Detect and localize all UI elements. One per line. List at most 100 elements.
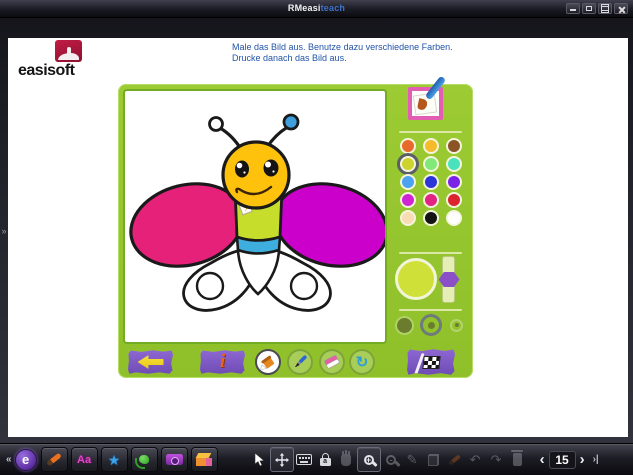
previous-page-button[interactable]: ‹ (536, 452, 549, 468)
instruction-line-1: Male das Bild aus. Benutze dazu verschie… (232, 42, 532, 53)
easiteach-logo-letter: e (22, 452, 29, 467)
brush-size-medium[interactable] (423, 317, 439, 333)
easisoft-logo: easisoft (18, 40, 128, 80)
colouring-activity: i (118, 84, 473, 378)
restore-button[interactable] (598, 3, 612, 14)
color-palette-grid (397, 138, 465, 226)
color-preview (395, 258, 437, 300)
page-number[interactable]: 15 (549, 451, 576, 469)
delete-button (507, 447, 528, 473)
color-swatch-orange[interactable] (400, 138, 416, 154)
maximize-button[interactable] (582, 3, 596, 14)
color-swatch-magenta[interactable] (400, 192, 416, 208)
trash-icon (513, 453, 522, 466)
magnifier-minus-icon: - (386, 455, 396, 465)
color-swatch-deep-pink[interactable] (423, 192, 439, 208)
brush-size-large[interactable] (397, 318, 412, 333)
duplicate-button (423, 447, 444, 473)
left-eye-highlight (237, 163, 243, 169)
redo-icon: ↷ (491, 453, 502, 467)
paintbrush-icon (46, 453, 62, 467)
widgets-tools-button[interactable] (191, 447, 218, 472)
brush-handle-icon (425, 76, 447, 101)
easisoft-logo-text: easisoft (18, 62, 128, 80)
color-swatch-amber[interactable] (423, 138, 439, 154)
brush-size-group (397, 314, 463, 336)
brush-size-small[interactable] (450, 319, 463, 332)
restore-icon (599, 4, 611, 13)
eraser-icon (322, 352, 342, 372)
next-page-button[interactable]: › (576, 452, 589, 468)
minimize-button[interactable] (566, 3, 580, 14)
color-swatch-white[interactable] (446, 210, 462, 226)
lock-body: a (320, 458, 331, 466)
info-button[interactable]: i (200, 350, 245, 374)
star-icon: ★ (108, 453, 121, 467)
color-swatch-yellow-green[interactable] (400, 156, 416, 172)
pointer-tool-button[interactable] (249, 447, 270, 473)
color-swatch-turquoise[interactable] (446, 156, 462, 172)
butterfly-drawing (125, 91, 385, 342)
keyboard-icon (296, 454, 312, 465)
instruction-line-2: Drucke danach das Bild aus. (232, 53, 532, 64)
minimize-icon (567, 4, 579, 13)
paint-tools-button[interactable] (41, 447, 68, 472)
side-panel-handle[interactable]: » (0, 38, 8, 437)
palette-divider (399, 252, 462, 254)
color-swatch-blue[interactable] (423, 174, 439, 190)
checkered-flag-icon (422, 356, 440, 369)
undo-button: ↶ (465, 447, 486, 473)
fill-tool-button[interactable] (255, 349, 281, 375)
finish-button[interactable] (407, 349, 455, 375)
butterfly-head[interactable] (223, 142, 289, 208)
left-antenna-tip[interactable] (210, 118, 223, 131)
eraser-tool-button[interactable] (319, 349, 345, 375)
info-icon: i (220, 353, 225, 371)
size-slider[interactable] (442, 256, 455, 303)
color-swatch-brown[interactable] (446, 138, 462, 154)
capture-tools-button[interactable] (161, 447, 188, 472)
paintbrush-icon (290, 352, 310, 372)
easiteach-menu-button[interactable]: e (15, 449, 37, 471)
paint-bucket-icon (258, 352, 278, 372)
brush-tool-button[interactable] (287, 349, 313, 375)
media-tools-button[interactable] (131, 447, 158, 472)
brush-size-dot (428, 322, 435, 329)
color-swatch-black[interactable] (423, 210, 439, 226)
brush-size-dot (455, 323, 459, 327)
text-tools-button[interactable]: Aa (71, 447, 98, 472)
last-page-button[interactable]: ›| (593, 454, 599, 465)
collapse-toolbar-icon[interactable]: « (6, 454, 12, 465)
keyboard-button[interactable] (294, 447, 315, 473)
color-swatch-peach[interactable] (400, 210, 416, 226)
format-brush-icon (448, 454, 461, 465)
color-swatch-red[interactable] (446, 192, 462, 208)
pan-tool-button (336, 447, 357, 473)
window-title: RMeasiteach (288, 3, 345, 13)
zoom-in-button[interactable]: + (357, 447, 381, 472)
right-eye-highlight (265, 162, 271, 168)
palette-divider (399, 309, 462, 311)
format-paint-button (444, 447, 465, 473)
maximize-icon (583, 4, 595, 13)
paint-mode-indicator[interactable] (408, 87, 443, 120)
color-swatch-light-green[interactable] (423, 156, 439, 172)
drawing-canvas[interactable] (123, 89, 387, 344)
close-icon (615, 4, 627, 13)
move-tool-button[interactable] (270, 447, 294, 472)
color-swatch-violet[interactable] (446, 174, 462, 190)
shapes-tools-button[interactable]: ★ (101, 447, 128, 472)
palette-divider (399, 131, 462, 133)
page-content: easisoft Male das Bild aus. Benutze dazu… (8, 38, 628, 437)
slider-handle[interactable] (439, 272, 460, 287)
window-controls (566, 3, 628, 14)
color-swatch-sky-blue[interactable] (400, 174, 416, 190)
close-button[interactable] (614, 3, 628, 14)
left-eye-glint (243, 171, 245, 173)
back-button[interactable] (128, 350, 173, 374)
right-antenna-tip[interactable] (284, 115, 298, 129)
lock-button[interactable]: a (315, 447, 336, 473)
camera-icon (166, 454, 183, 465)
reset-tool-button[interactable]: ↻ (349, 349, 375, 375)
zoom-out-button: - (381, 447, 402, 473)
